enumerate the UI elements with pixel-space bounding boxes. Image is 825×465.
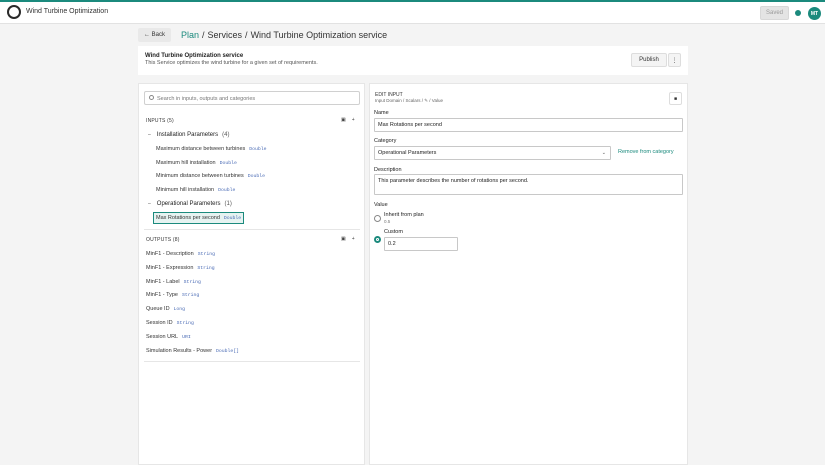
custom-radio[interactable]: [374, 236, 381, 243]
inputs-actions: ▣ +: [341, 117, 361, 123]
group-name: Operational Parameters: [156, 201, 221, 207]
publish-button[interactable]: Publish: [631, 53, 667, 67]
item-label: MinF1 - Expression: [146, 265, 194, 271]
avatar[interactable]: MT: [808, 7, 821, 20]
description-label: Description: [374, 167, 402, 173]
add-input-icon[interactable]: +: [352, 117, 355, 123]
item-label: Session URL: [146, 334, 179, 340]
name-field[interactable]: [374, 118, 683, 132]
collapse-icon[interactable]: –: [148, 132, 151, 138]
item-type: Double[]: [216, 349, 240, 354]
item-label: MinF1 - Label: [146, 279, 180, 285]
more-options-icon[interactable]: ⋮: [668, 53, 681, 67]
group-operational-parameters[interactable]: – Operational Parameters (1): [148, 201, 232, 207]
back-button[interactable]: ← Back: [138, 28, 171, 42]
service-header-card: Wind Turbine Optimization service This S…: [138, 46, 688, 75]
item-type: String: [197, 252, 215, 257]
item-type: Double: [247, 174, 266, 179]
edit-input-panel: EDIT INPUT Input Domain / Scalars / ✎ / …: [369, 83, 688, 465]
list-item[interactable]: Maximum hill installation Double: [156, 160, 237, 166]
breadcrumb-separator: /: [202, 30, 205, 40]
search-box[interactable]: [144, 91, 360, 105]
item-label: Session ID: [146, 320, 173, 326]
category-selected-value: Operational Parameters: [378, 150, 437, 156]
list-item[interactable]: MinF1 - Label String: [146, 279, 201, 285]
delete-icon[interactable]: ■: [669, 92, 682, 105]
item-type: String: [197, 266, 215, 271]
chevron-down-icon: ⌄: [601, 150, 606, 156]
description-field[interactable]: This parameter describes the number of r…: [374, 174, 683, 195]
add-folder-icon[interactable]: ▣: [341, 236, 346, 242]
list-item[interactable]: Minimum distance between turbines Double: [156, 173, 265, 179]
inherit-value: 0.5: [384, 219, 391, 224]
inherit-label: Inherit from plan: [384, 212, 424, 218]
item-label: Queue ID: [146, 306, 170, 312]
item-type: URI: [182, 335, 191, 340]
group-name: Installation Parameters: [156, 132, 219, 138]
list-item[interactable]: MinF1 - Type String: [146, 292, 199, 298]
name-label: Name: [374, 110, 389, 116]
list-item[interactable]: Session ID String: [146, 320, 194, 326]
item-label: MinF1 - Description: [146, 251, 194, 257]
custom-value-field[interactable]: [384, 237, 458, 251]
item-label: Minimum hill installation: [156, 187, 215, 193]
list-item[interactable]: Simulation Results - Power Double[]: [146, 348, 239, 354]
category-select[interactable]: Operational Parameters ⌄: [374, 146, 611, 160]
breadcrumb-separator: /: [245, 30, 248, 40]
inputs-outputs-panel: INPUTS (5) ▣+ –Installation Parameters(4…: [138, 83, 365, 465]
item-label: Simulation Results - Power: [146, 348, 213, 354]
item-label: Max Rotations per second: [156, 215, 220, 221]
item-type: Double: [219, 161, 237, 166]
category-label: Category: [374, 138, 397, 144]
divider: [144, 361, 360, 362]
item-label: Maximum hill installation: [156, 160, 216, 166]
inherit-radio[interactable]: [374, 215, 381, 222]
item-type: Double: [218, 188, 236, 193]
divider: [144, 229, 360, 230]
item-label: Minimum distance between turbines: [156, 173, 244, 179]
item-type: String: [182, 293, 200, 298]
app-logo-icon[interactable]: [7, 5, 21, 19]
item-type: String: [176, 321, 194, 326]
breadcrumb-current: Wind Turbine Optimization service: [250, 30, 388, 40]
search-input[interactable]: [157, 93, 357, 104]
group-count: (4): [222, 132, 230, 138]
list-item[interactable]: Session URL URI: [146, 334, 191, 340]
service-title: Wind Turbine Optimization service: [145, 53, 244, 59]
list-item[interactable]: Queue ID Long: [146, 306, 185, 312]
add-folder-icon[interactable]: ▣: [341, 117, 346, 123]
group-count: (1): [224, 201, 232, 207]
breadcrumb-services[interactable]: Services: [208, 30, 243, 40]
list-item[interactable]: Maximum distance between turbines Double: [156, 146, 267, 152]
list-item[interactable]: Minimum hill installation Double: [156, 187, 235, 193]
item-type: Double: [249, 147, 267, 152]
list-item-selected[interactable]: Max Rotations per second Double: [153, 212, 245, 224]
item-type: Double: [223, 216, 242, 221]
item-type: Long: [173, 307, 186, 312]
outputs-actions: ▣ +: [341, 236, 361, 242]
collapse-icon[interactable]: –: [148, 201, 151, 207]
list-item[interactable]: MinF1 - Expression String: [146, 265, 215, 271]
breadcrumb-plan[interactable]: Plan: [181, 30, 199, 40]
edit-panel-path: Input Domain / Scalars / ✎ / Value: [375, 98, 443, 103]
breadcrumb: Plan / Services / Wind Turbine Optimization …: [181, 30, 387, 40]
remove-from-category-link[interactable]: Remove from category: [618, 149, 674, 155]
inputs-header: INPUTS (5): [146, 118, 174, 124]
outputs-header: OUTPUTS (8): [146, 237, 180, 243]
custom-label: Custom: [384, 229, 403, 235]
item-label: MinF1 - Type: [146, 292, 178, 298]
item-label: Maximum distance between turbines: [156, 146, 246, 152]
item-type: String: [183, 280, 201, 285]
list-item[interactable]: MinF1 - Description String: [146, 251, 215, 257]
save-button[interactable]: Saved: [760, 6, 789, 20]
group-installation-parameters[interactable]: – Installation Parameters (4): [148, 132, 230, 138]
topbar: Wind Turbine Optimization Saved MT: [0, 2, 825, 24]
service-description: This Service optimizes the wind turbine …: [145, 60, 318, 66]
search-icon: [149, 95, 154, 100]
value-label: Value: [374, 202, 388, 208]
help-icon[interactable]: [795, 10, 801, 16]
add-output-icon[interactable]: +: [352, 236, 355, 242]
app-title: Wind Turbine Optimization: [26, 8, 109, 15]
